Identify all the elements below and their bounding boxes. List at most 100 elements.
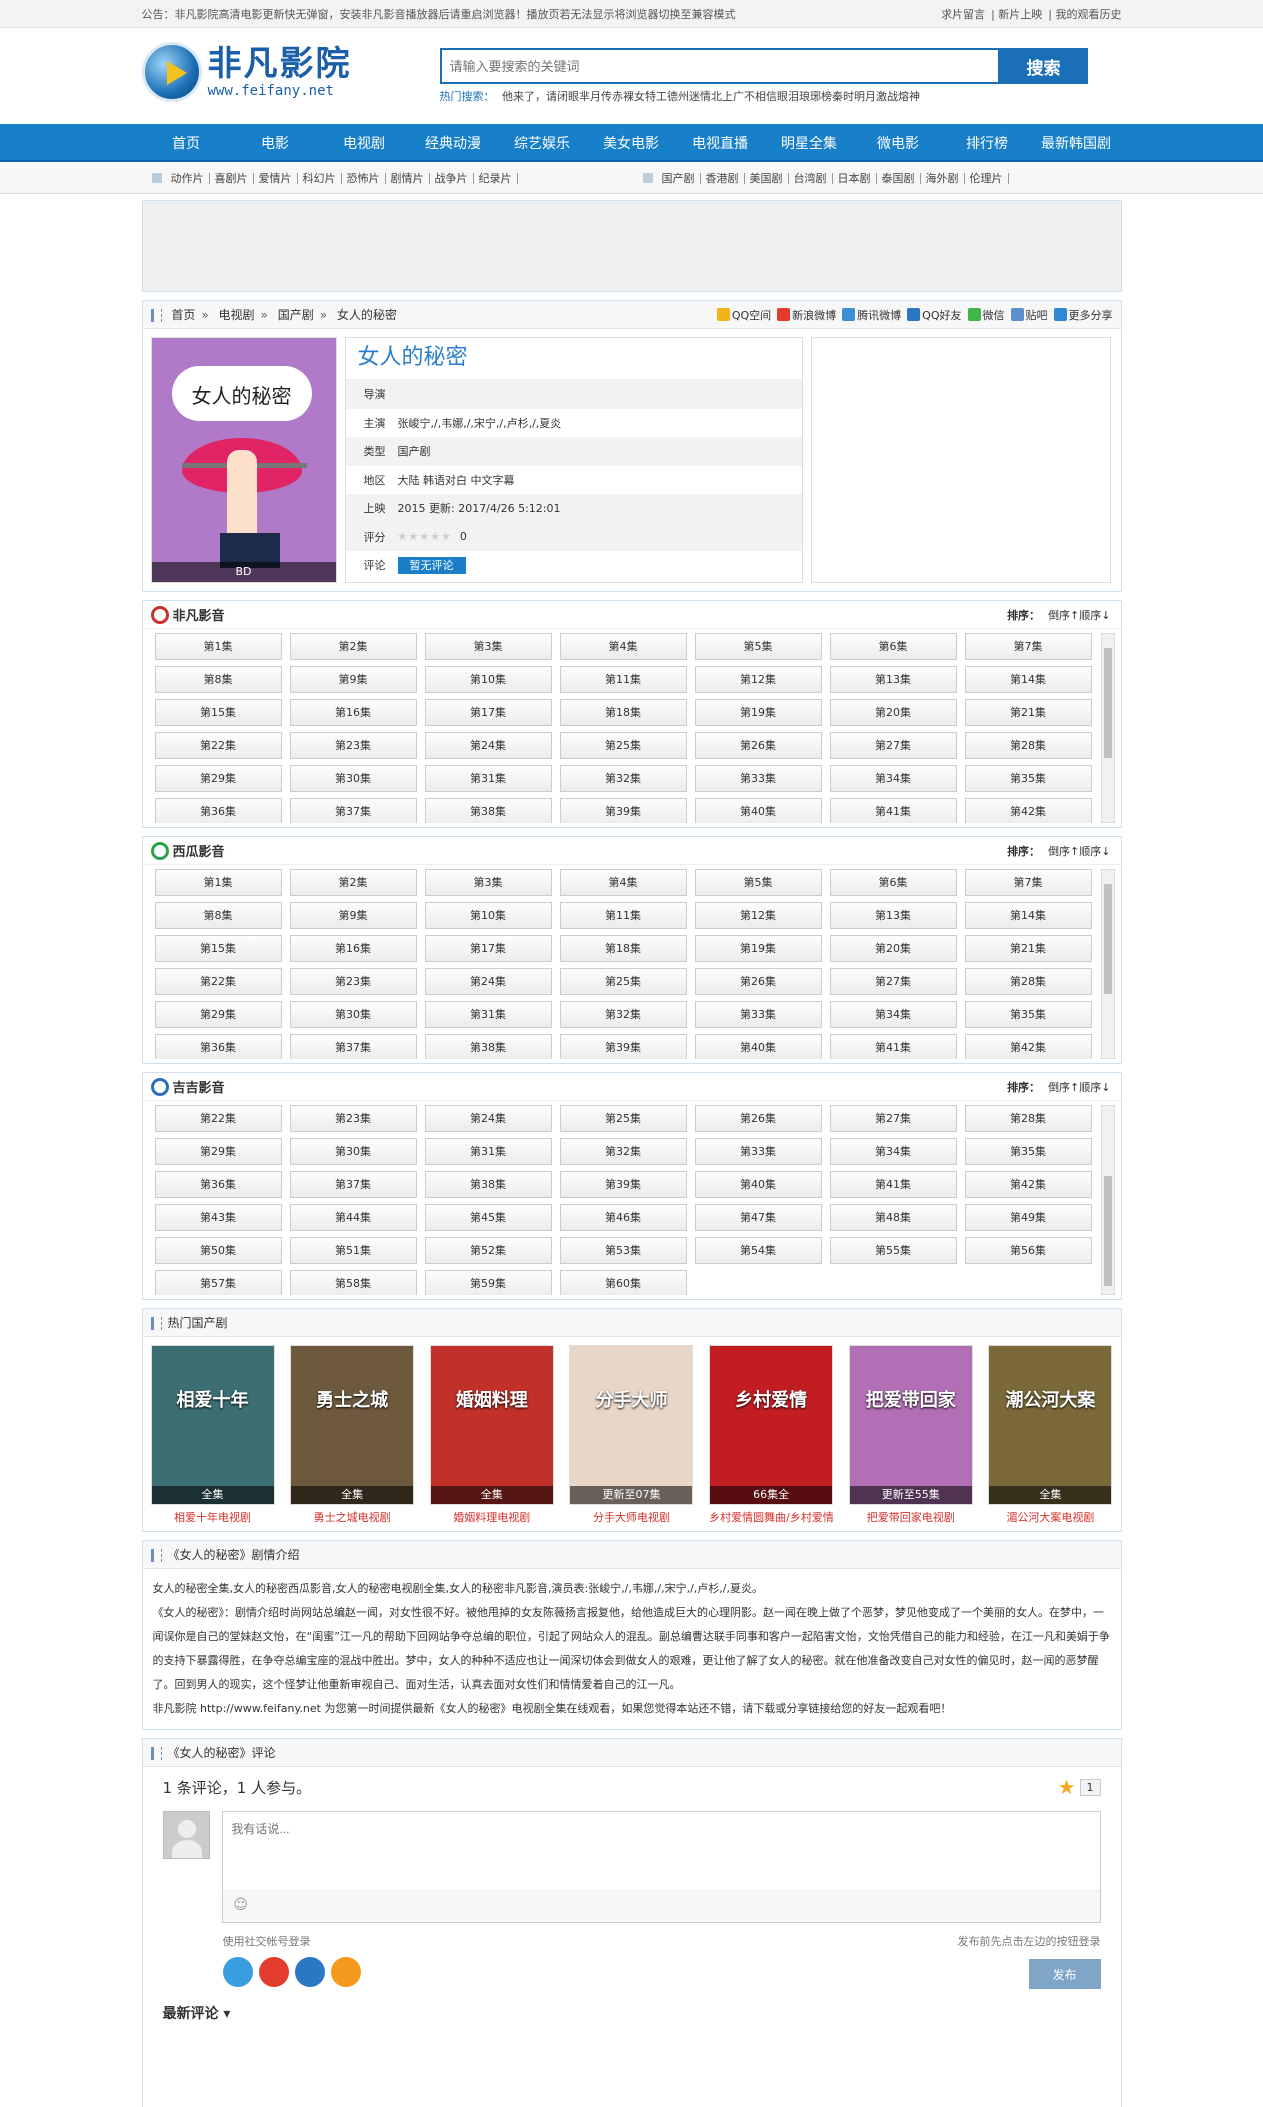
subnav-movie-category[interactable]: 喜剧片 [210, 172, 254, 184]
episode-button[interactable]: 第12集 [694, 666, 822, 693]
subnav-movie-category[interactable]: 恐怖片 [342, 172, 386, 184]
episode-scrollbar[interactable] [1100, 869, 1115, 1059]
episode-button[interactable]: 第15集 [154, 699, 282, 726]
qq-login-icon[interactable] [222, 1957, 253, 1987]
episode-button[interactable]: 第19集 [694, 699, 822, 726]
episode-button[interactable]: 第23集 [289, 1105, 417, 1132]
subnav-series-category[interactable]: 香港剧 [701, 172, 745, 184]
sort-asc-button[interactable]: 顺序↓ [1079, 609, 1110, 622]
episode-button[interactable]: 第27集 [829, 732, 957, 759]
episode-button[interactable]: 第34集 [829, 765, 957, 792]
episode-button[interactable]: 第34集 [829, 1001, 957, 1028]
weibo-login-icon[interactable] [258, 1957, 289, 1987]
episode-button[interactable]: 第53集 [559, 1237, 687, 1264]
episode-button[interactable]: 第39集 [559, 1034, 687, 1059]
episode-button[interactable]: 第25集 [559, 968, 687, 995]
episode-button[interactable]: 第17集 [424, 935, 552, 962]
subnav-movie-category[interactable]: 纪录片 [474, 172, 518, 184]
breadcrumb-domestic[interactable]: 国产剧 [278, 308, 314, 322]
episode-button[interactable]: 第42集 [964, 798, 1092, 823]
hot-search-link[interactable]: 熔神 [898, 90, 920, 103]
episode-button[interactable]: 第42集 [964, 1034, 1092, 1059]
episode-button[interactable]: 第42集 [964, 1171, 1092, 1198]
subnav-series-category[interactable]: 国产剧 [657, 172, 701, 184]
episode-button[interactable]: 第19集 [694, 935, 822, 962]
episode-button[interactable]: 第27集 [829, 1105, 957, 1132]
hot-search-link[interactable]: 芈月传 [579, 90, 612, 103]
share-link[interactable]: 新浪微博 [777, 307, 836, 323]
episode-button[interactable]: 第28集 [964, 968, 1092, 995]
series-card[interactable]: 乡村爱情 66集全乡村爱情圆舞曲/乡村爱情 [709, 1345, 834, 1525]
episode-button[interactable]: 第14集 [964, 666, 1092, 693]
tencent-weibo-login-icon[interactable] [330, 1957, 361, 1987]
subnav-series-category[interactable]: 台湾剧 [789, 172, 833, 184]
episode-button[interactable]: 第18集 [559, 935, 687, 962]
new-release-link[interactable]: 新片上映 [998, 8, 1042, 21]
nav-item[interactable]: 经典动漫 [409, 133, 498, 153]
episode-button[interactable]: 第46集 [559, 1204, 687, 1231]
series-poster[interactable]: 勇士之城 全集 [290, 1345, 415, 1505]
renren-login-icon[interactable] [294, 1957, 325, 1987]
episode-button[interactable]: 第32集 [559, 1138, 687, 1165]
subnav-movie-category[interactable]: 战争片 [430, 172, 474, 184]
episode-button[interactable]: 第22集 [154, 1105, 282, 1132]
sort-asc-button[interactable]: 顺序↓ [1079, 845, 1110, 858]
publish-button[interactable]: 发布 [1028, 1959, 1101, 1989]
episode-button[interactable]: 第35集 [964, 765, 1092, 792]
subnav-series-category[interactable]: 泰国剧 [877, 172, 921, 184]
episode-button[interactable]: 第23集 [289, 732, 417, 759]
episode-button[interactable]: 第6集 [829, 633, 957, 660]
episode-button[interactable]: 第51集 [289, 1237, 417, 1264]
episode-button[interactable]: 第30集 [289, 1001, 417, 1028]
hot-search-link[interactable]: 德州迷情 [667, 90, 711, 103]
series-card[interactable]: 勇士之城 全集 勇士之城电视剧 [290, 1345, 415, 1525]
series-poster[interactable]: 分手大师 更新至07集 [569, 1345, 694, 1505]
hot-search-link[interactable]: 北上广不相信眼泪 [711, 90, 799, 103]
nav-item[interactable]: 最新韩国剧 [1032, 133, 1121, 153]
hot-search-link[interactable]: 秦时明月 [832, 90, 876, 103]
latest-comments-toggle[interactable]: 最新评论 ▾ [143, 1989, 1121, 2037]
hot-search-link[interactable]: 赤裸女特工 [612, 90, 667, 103]
episode-button[interactable]: 第5集 [694, 869, 822, 896]
episode-button[interactable]: 第24集 [424, 968, 552, 995]
series-poster[interactable]: 潮公河大案 全集 [988, 1345, 1113, 1505]
nav-item[interactable]: 电视直播 [676, 133, 765, 153]
episode-button[interactable]: 第31集 [424, 1138, 552, 1165]
episode-scrollbar[interactable] [1100, 633, 1115, 823]
episode-button[interactable]: 第37集 [289, 798, 417, 823]
episode-button[interactable]: 第38集 [424, 1034, 552, 1059]
series-card[interactable]: 潮公河大案 全集 湄公河大案电视剧 [988, 1345, 1113, 1525]
episode-button[interactable]: 第59集 [424, 1270, 552, 1295]
episode-button[interactable]: 第35集 [964, 1138, 1092, 1165]
subnav-series-category[interactable]: 伦理片 [965, 172, 1009, 184]
episode-button[interactable]: 第30集 [289, 765, 417, 792]
sort-desc-button[interactable]: 倒序↑ [1048, 1081, 1079, 1094]
nav-item[interactable]: 首页 [142, 133, 231, 153]
episode-button[interactable]: 第30集 [289, 1138, 417, 1165]
episode-button[interactable]: 第8集 [154, 902, 282, 929]
episode-button[interactable]: 第23集 [289, 968, 417, 995]
episode-button[interactable]: 第54集 [694, 1237, 822, 1264]
subnav-movie-category[interactable]: 剧情片 [386, 172, 430, 184]
series-card[interactable]: 相爱十年 全集 相爱十年电视剧 [150, 1345, 275, 1525]
episode-button[interactable]: 第9集 [289, 666, 417, 693]
episode-button[interactable]: 第22集 [154, 968, 282, 995]
comment-input[interactable] [223, 1812, 1100, 1888]
episode-button[interactable]: 第20集 [829, 699, 957, 726]
nav-item[interactable]: 明星全集 [765, 133, 854, 153]
episode-button[interactable]: 第4集 [559, 869, 687, 896]
series-poster[interactable]: 乡村爱情 66集全 [709, 1345, 834, 1505]
episode-button[interactable]: 第39集 [559, 1171, 687, 1198]
subnav-movie-category[interactable]: 爱情片 [254, 172, 298, 184]
nav-item[interactable]: 电影 [231, 133, 320, 153]
episode-button[interactable]: 第20集 [829, 935, 957, 962]
search-input[interactable] [439, 48, 1000, 84]
episode-button[interactable]: 第49集 [964, 1204, 1092, 1231]
episode-button[interactable]: 第38集 [424, 798, 552, 823]
episode-button[interactable]: 第43集 [154, 1204, 282, 1231]
episode-button[interactable]: 第57集 [154, 1270, 282, 1295]
series-caption[interactable]: 乡村爱情圆舞曲/乡村爱情 [709, 1509, 833, 1525]
series-caption[interactable]: 把爱带回家电视剧 [849, 1509, 973, 1525]
sort-desc-button[interactable]: 倒序↑ [1048, 609, 1079, 622]
episode-button[interactable]: 第33集 [694, 765, 822, 792]
